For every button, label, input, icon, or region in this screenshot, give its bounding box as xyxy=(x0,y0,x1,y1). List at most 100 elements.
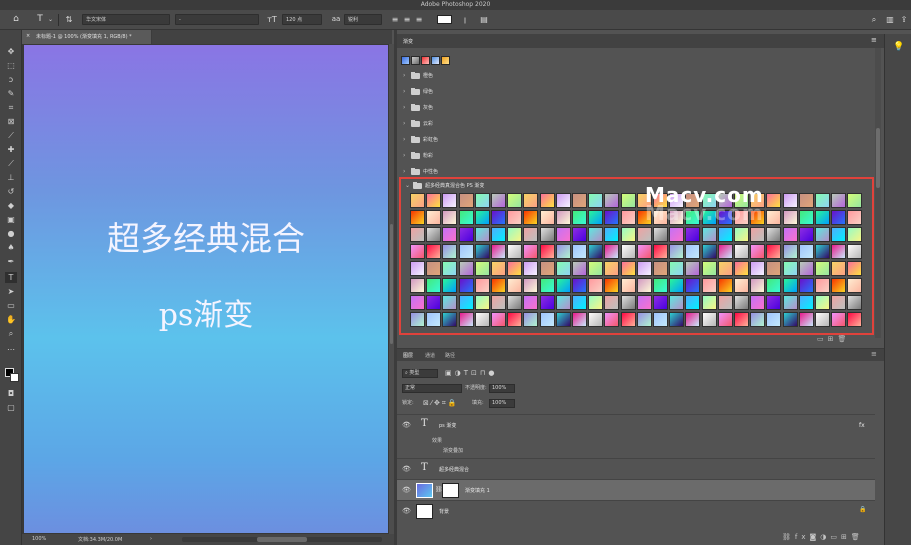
gradient-preset-swatch[interactable] xyxy=(491,210,506,225)
gradient-preset-swatch[interactable] xyxy=(572,244,587,259)
gradient-preset-swatch[interactable] xyxy=(458,244,474,259)
screen-mode-icon[interactable]: ▢ xyxy=(5,402,17,413)
gradient-preset-swatch[interactable] xyxy=(653,227,668,242)
gradient-preset-swatch[interactable] xyxy=(523,278,539,293)
type-tool-icon[interactable]: T xyxy=(33,14,47,25)
align-left-icon[interactable]: ≡ xyxy=(390,14,400,25)
document-tab[interactable]: × 未标题-1 @ 100% (渐变填充 1, RGB/8) * xyxy=(22,30,152,44)
gradient-preset-swatch[interactable] xyxy=(653,244,668,259)
zoom-level[interactable]: 100% xyxy=(32,536,46,542)
recent-gradient-swatch[interactable] xyxy=(401,56,410,65)
layer-row-heading-text[interactable]: 👁 T 超多经典混合 xyxy=(397,458,875,479)
gradient-preset-swatch[interactable] xyxy=(442,244,458,259)
visibility-eye-icon[interactable]: 👁 xyxy=(402,486,411,494)
gradient-preset-swatch[interactable] xyxy=(426,227,442,242)
layer-filter-select[interactable]: ⌕ 类型 xyxy=(402,369,438,378)
gradient-preset-swatch[interactable] xyxy=(474,278,490,293)
gradient-preset-swatch[interactable] xyxy=(750,261,766,276)
gradient-preset-swatch[interactable] xyxy=(539,312,555,327)
gradient-preset-swatch[interactable] xyxy=(766,210,782,225)
gradient-preset-swatch[interactable] xyxy=(717,244,733,259)
type-tool-dropdown-icon[interactable]: ⌄ xyxy=(48,14,53,25)
gradient-preset-swatch[interactable] xyxy=(604,244,620,259)
gradient-preset-swatch[interactable] xyxy=(410,261,425,276)
gradient-preset-swatch[interactable] xyxy=(620,193,636,208)
gradient-preset-swatch[interactable] xyxy=(815,278,830,293)
gradient-preset-swatch[interactable] xyxy=(734,295,749,310)
text-color-swatch[interactable] xyxy=(437,15,452,24)
gradient-tool-icon[interactable]: ▣ xyxy=(5,214,17,225)
gradient-preset-swatch[interactable] xyxy=(847,244,863,259)
gradient-preset-swatch[interactable] xyxy=(653,295,668,310)
align-right-icon[interactable]: ≡ xyxy=(414,14,424,25)
marquee-tool-icon[interactable]: ⬚ xyxy=(5,60,17,71)
gradient-preset-swatch[interactable] xyxy=(555,312,571,327)
gradient-fill-thumbnail[interactable] xyxy=(416,483,433,498)
gradient-preset-swatch[interactable] xyxy=(588,227,604,242)
gradient-preset-swatch[interactable] xyxy=(734,227,749,242)
gradient-preset-swatch[interactable] xyxy=(750,227,766,242)
visibility-eye-icon[interactable]: 👁 xyxy=(402,421,411,429)
search-icon[interactable]: ⌕ xyxy=(868,14,880,25)
eraser-tool-icon[interactable]: ◆ xyxy=(5,200,17,211)
warp-text-icon[interactable]: ꞁ xyxy=(460,14,470,25)
gradient-preset-swatch[interactable] xyxy=(831,261,847,276)
gradient-preset-swatch[interactable] xyxy=(507,278,523,293)
gradient-preset-swatch[interactable] xyxy=(426,295,442,310)
gradient-preset-swatch[interactable] xyxy=(572,210,587,225)
font-style-field[interactable]: - xyxy=(175,14,259,25)
gradient-preset-swatch[interactable] xyxy=(798,278,814,293)
gradient-preset-swatch[interactable] xyxy=(734,261,749,276)
gradient-preset-swatch[interactable] xyxy=(685,312,701,327)
gradient-preset-swatch[interactable] xyxy=(701,227,717,242)
gradient-preset-swatch[interactable] xyxy=(669,244,685,259)
gradient-preset-swatch[interactable] xyxy=(847,261,863,276)
font-family-field[interactable]: 华文宋体 xyxy=(82,14,170,25)
gradient-preset-swatch[interactable] xyxy=(442,295,458,310)
gradient-preset-swatch[interactable] xyxy=(588,244,604,259)
new-group-icon[interactable]: ▭ xyxy=(830,533,841,541)
gradient-preset-swatch[interactable] xyxy=(798,295,814,310)
gradient-preset-swatch[interactable] xyxy=(685,244,701,259)
learn-icon[interactable]: 💡 xyxy=(893,42,904,52)
gradient-preset-swatch[interactable] xyxy=(442,312,458,327)
gradient-preset-swatch[interactable] xyxy=(815,210,830,225)
delete-layer-icon[interactable]: 🗑 xyxy=(851,533,864,541)
gradient-preset-swatch[interactable] xyxy=(410,227,425,242)
anti-alias-field[interactable]: 锐利 xyxy=(344,14,382,25)
gradient-folder-pastels[interactable]: › 粉彩 xyxy=(401,150,701,162)
lock-icons[interactable]: ⊠⁄✥⌗🔒 xyxy=(423,399,459,408)
gradient-preset-swatch[interactable] xyxy=(474,312,490,327)
layer-name[interactable]: 背景 xyxy=(439,508,449,515)
gradient-preset-swatch[interactable] xyxy=(636,244,652,259)
gradient-preset-swatch[interactable] xyxy=(572,227,587,242)
gradient-preset-swatch[interactable] xyxy=(604,278,620,293)
gradient-preset-swatch[interactable] xyxy=(734,278,749,293)
new-group-icon[interactable]: ▭ xyxy=(817,335,828,343)
gradient-preset-swatch[interactable] xyxy=(588,193,604,208)
gradient-preset-swatch[interactable] xyxy=(669,278,685,293)
history-brush-tool-icon[interactable]: ↺ xyxy=(5,186,17,197)
visibility-eye-icon[interactable]: 👁 xyxy=(402,507,411,515)
gradient-preset-swatch[interactable] xyxy=(507,295,523,310)
layer-row-background[interactable]: 👁 背景 🔒 xyxy=(397,500,875,521)
gradient-preset-swatch[interactable] xyxy=(831,295,847,310)
gradient-preset-swatch[interactable] xyxy=(474,210,490,225)
fill-input[interactable]: 100% xyxy=(489,399,515,408)
gradient-preset-swatch[interactable] xyxy=(701,295,717,310)
gradient-preset-swatch[interactable] xyxy=(620,261,636,276)
gradient-preset-swatch[interactable] xyxy=(636,278,652,293)
lasso-tool-icon[interactable]: ↄ xyxy=(5,74,17,85)
gradient-preset-swatch[interactable] xyxy=(604,193,620,208)
gradient-preset-swatch[interactable] xyxy=(620,244,636,259)
gradients-panel-scrollbar[interactable] xyxy=(875,48,881,338)
gradient-preset-swatch[interactable] xyxy=(539,261,555,276)
gradient-preset-swatch[interactable] xyxy=(507,261,523,276)
background-thumbnail[interactable] xyxy=(416,504,433,519)
gradient-preset-swatch[interactable] xyxy=(588,210,604,225)
gradient-preset-swatch[interactable] xyxy=(523,244,539,259)
gradient-preset-swatch[interactable] xyxy=(555,210,571,225)
gradient-preset-swatch[interactable] xyxy=(620,278,636,293)
gradient-preset-swatch[interactable] xyxy=(491,227,506,242)
gradient-preset-swatch[interactable] xyxy=(458,193,474,208)
